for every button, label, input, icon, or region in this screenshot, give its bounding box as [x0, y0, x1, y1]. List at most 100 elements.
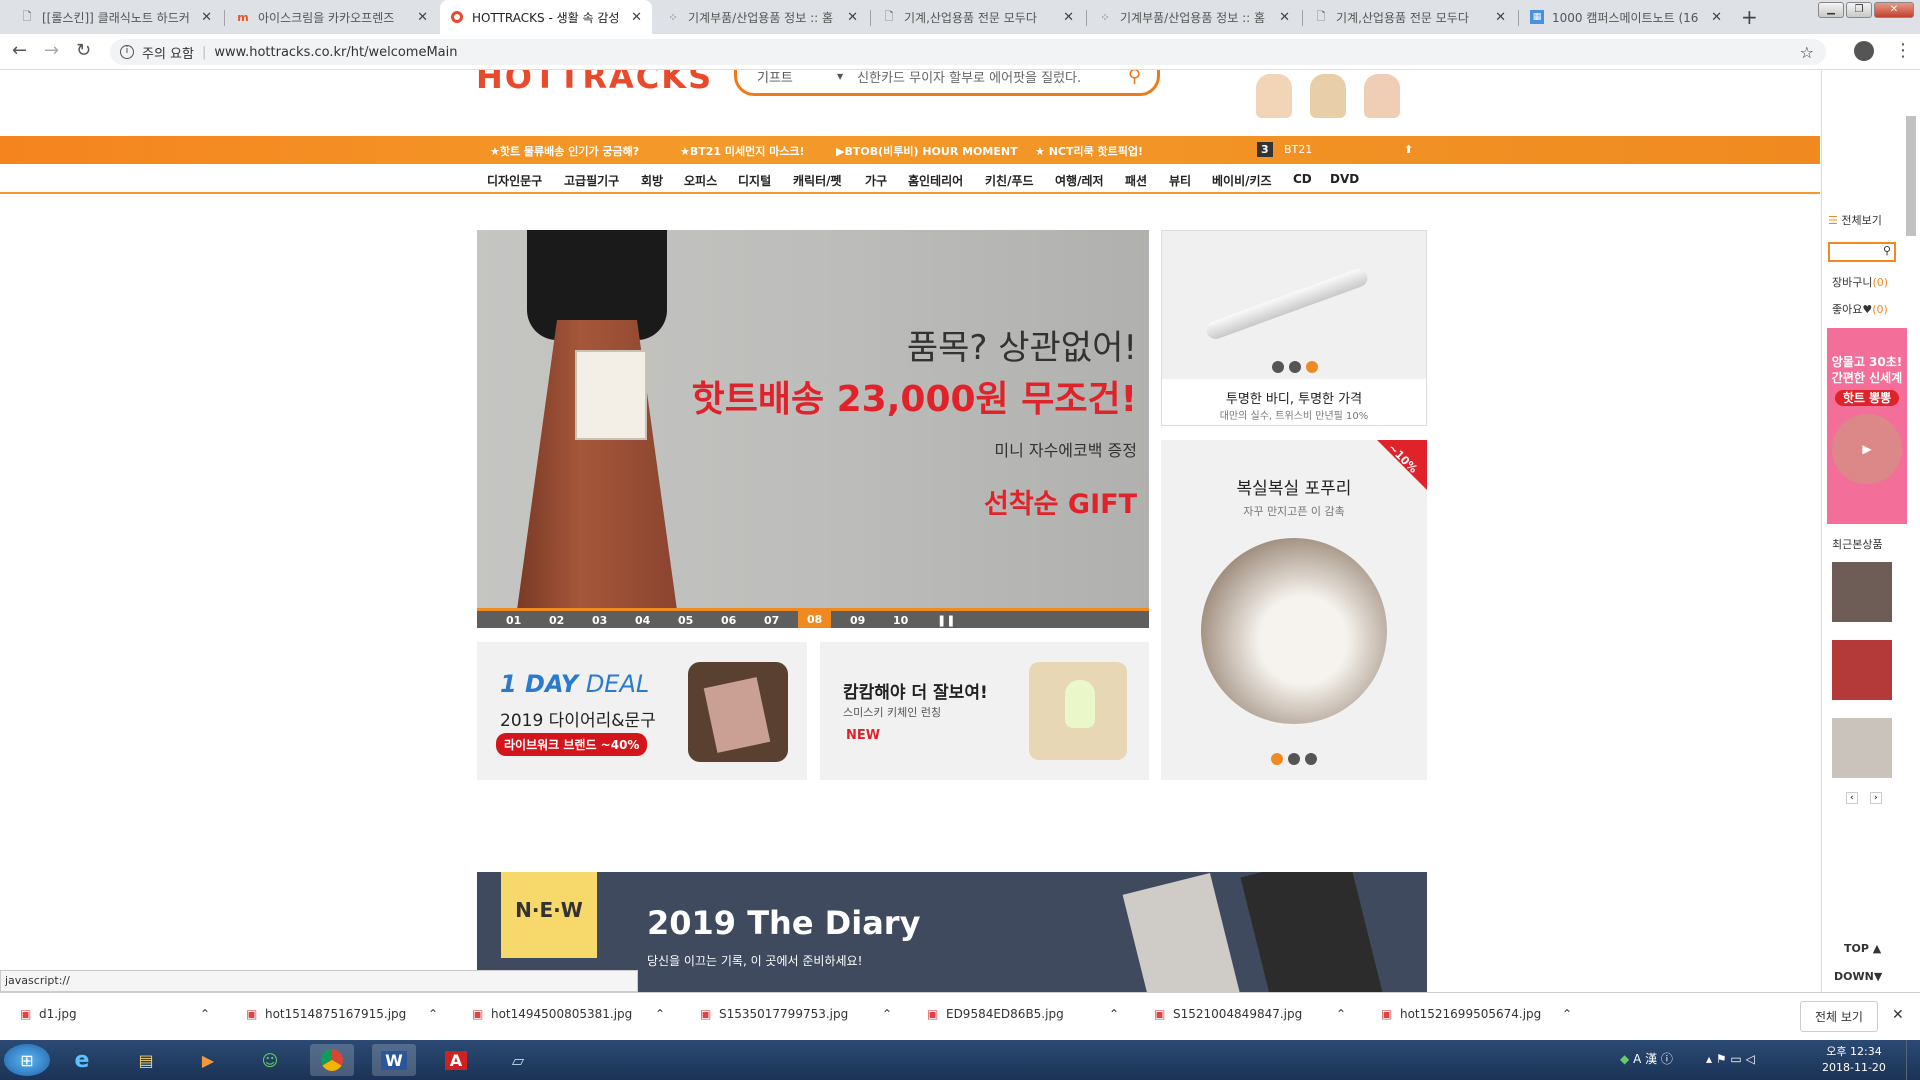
close-icon[interactable]: ✕: [1063, 10, 1074, 25]
category-item[interactable]: 여행/레저: [1055, 172, 1104, 189]
reload-icon[interactable]: ↻: [76, 40, 91, 61]
arrow-up-icon[interactable]: ⬆: [1404, 143, 1413, 156]
browser-tab[interactable]: ⁘ 기계부품/산업용품 정보 :: 홈 ✕: [1088, 0, 1300, 34]
play-icon[interactable]: ▶: [1832, 414, 1902, 484]
start-button[interactable]: ⊞: [4, 1044, 50, 1076]
pen-card[interactable]: 투명한 바디, 투명한 가격 대만의 실수, 트위스비 만년필 10%: [1161, 230, 1427, 426]
show-desktop-button[interactable]: [1906, 1040, 1920, 1080]
chevron-up-icon[interactable]: ⌃: [655, 1007, 665, 1021]
browser-tab[interactable]: ▦ 1000 캠퍼스메이트노트 (16 ✕: [1520, 0, 1732, 34]
slide-number-active[interactable]: 08: [798, 611, 832, 628]
scroll-top-button[interactable]: TOP ▲: [1844, 942, 1881, 955]
chevron-up-icon[interactable]: ⌃: [882, 1007, 892, 1021]
media-player-icon[interactable]: ▶: [186, 1044, 230, 1076]
acrobat-icon[interactable]: A: [434, 1044, 478, 1076]
recent-product-image[interactable]: [1832, 718, 1892, 778]
clock[interactable]: 오후 12:34 2018-11-20: [1822, 1044, 1886, 1076]
download-item[interactable]: ▣ ED9584ED86B5.jpg: [927, 1007, 1064, 1021]
category-item[interactable]: DVD: [1330, 172, 1359, 186]
category-item[interactable]: 키친/푸드: [985, 172, 1034, 189]
browser-tab[interactable]: ⁘ 기계부품/산업용품 정보 :: 홈 ✕: [656, 0, 868, 34]
like-link[interactable]: 좋아요♥(0): [1832, 301, 1888, 317]
close-window-button[interactable]: ✕: [1874, 2, 1914, 18]
potpourri-card[interactable]: 복실복실 포푸리 자꾸 만지고픈 이 감촉 ~10%: [1161, 440, 1427, 780]
download-item[interactable]: ▣ hot1521699505674.jpg: [1381, 1007, 1541, 1021]
search-icon[interactable]: ⚲: [1883, 244, 1891, 257]
menu-icon[interactable]: ⋮: [1894, 40, 1912, 61]
browser-tab[interactable]: 🗋 [[롤스킨]] 클래식노트 하드커 ✕: [10, 0, 222, 34]
next-arrow-icon[interactable]: ›: [1870, 792, 1882, 804]
slide-number[interactable]: 06: [721, 614, 736, 627]
cart-link[interactable]: 장바구니(0): [1832, 274, 1888, 290]
star-icon[interactable]: ☆: [1800, 43, 1814, 62]
chevron-up-icon[interactable]: ⌃: [1562, 1007, 1572, 1021]
close-icon[interactable]: ✕: [1279, 10, 1290, 25]
tray-icons[interactable]: ▴ ⚑ ▭ ◁: [1706, 1052, 1755, 1066]
character-figures-image[interactable]: [1254, 70, 1404, 118]
address-bar[interactable]: i 주의 요함 | www.hottracks.co.kr/ht/welcome…: [110, 39, 1826, 65]
keychain-card[interactable]: 캄캄해야 더 잘보여! 스미스키 키체인 런칭 NEW: [820, 642, 1149, 780]
slide-number[interactable]: 07: [764, 614, 779, 627]
recent-product-image[interactable]: [1832, 640, 1892, 700]
category-item[interactable]: 패션: [1125, 172, 1147, 189]
info-icon[interactable]: i: [120, 45, 134, 59]
chevron-up-icon[interactable]: ⌃: [428, 1007, 438, 1021]
hottracks-logo[interactable]: HOTTRACKS: [476, 70, 713, 94]
slide-number[interactable]: 05: [678, 614, 693, 627]
category-item[interactable]: 고급필기구: [564, 172, 619, 189]
category-item[interactable]: 디지털: [738, 172, 771, 189]
category-item[interactable]: 가구: [865, 172, 887, 189]
ime-indicator[interactable]: ◆ A 漢 ⓘ: [1620, 1050, 1673, 1067]
one-day-deal-card[interactable]: 1 DAY DEAL 2019 다이어리&문구 라이브워크 브랜드 ~40%: [477, 642, 807, 780]
slide-number[interactable]: 03: [592, 614, 607, 627]
browser-tab[interactable]: m 아이스크림을 카카오프렌즈 ✕: [226, 0, 438, 34]
hero-banner[interactable]: 품목? 상관없어! 핫트배송 23,000원 무조건! 미니 자수에코백 증정 …: [477, 230, 1149, 608]
download-item[interactable]: ▣ S1535017799753.jpg: [700, 1007, 848, 1021]
close-icon[interactable]: ✕: [1711, 10, 1722, 25]
close-icon[interactable]: ✕: [201, 10, 212, 25]
new-tab-button[interactable]: +: [1741, 5, 1758, 29]
maximize-button[interactable]: ❐: [1846, 2, 1872, 18]
chevron-up-icon[interactable]: ⌃: [1336, 1007, 1346, 1021]
category-item[interactable]: 홈인테리어: [908, 172, 963, 189]
slide-number[interactable]: 10: [893, 614, 908, 627]
download-item[interactable]: ▣ d1.jpg: [20, 1007, 77, 1021]
minimize-button[interactable]: ▁: [1818, 2, 1844, 18]
close-icon[interactable]: ✕: [847, 10, 858, 25]
slide-number[interactable]: 02: [549, 614, 564, 627]
ticker-item[interactable]: ★BT21 미세먼지 마스크!: [680, 143, 805, 159]
slide-number[interactable]: 09: [850, 614, 865, 627]
scroll-down-button[interactable]: DOWN▼: [1834, 970, 1882, 983]
download-item[interactable]: ▣ hot1494500805381.jpg: [472, 1007, 632, 1021]
explorer-icon[interactable]: ▤: [124, 1044, 168, 1076]
ticker-item[interactable]: ★ NCT리쿡 핫트픽업!: [1035, 143, 1143, 159]
download-item[interactable]: ▣ S1521004849847.jpg: [1154, 1007, 1302, 1021]
messenger-icon[interactable]: ☺: [248, 1044, 292, 1076]
word-icon[interactable]: W: [372, 1044, 416, 1076]
category-item[interactable]: 회방: [641, 172, 663, 189]
close-icon[interactable]: ✕: [417, 10, 428, 25]
sidebar-ad[interactable]: 앙몰고 30초! 간편한 신세계 핫트 뽕뽕 ▶: [1827, 328, 1907, 524]
search-icon[interactable]: ⚲: [1128, 70, 1141, 87]
chevron-up-icon[interactable]: ⌃: [1109, 1007, 1119, 1021]
search-input[interactable]: 신한카드 무이자 할부로 에어팟을 질렀다.: [857, 70, 1128, 86]
category-item[interactable]: 디자인문구: [487, 172, 542, 189]
close-icon[interactable]: ✕: [1892, 1007, 1904, 1023]
download-item[interactable]: ▣ hot1514875167915.jpg: [246, 1007, 406, 1021]
forward-icon[interactable]: →: [44, 40, 59, 61]
slide-number[interactable]: 01: [506, 614, 521, 627]
close-icon[interactable]: ✕: [1495, 10, 1506, 25]
profile-icon[interactable]: [1854, 41, 1874, 61]
close-icon[interactable]: ✕: [631, 10, 642, 25]
back-icon[interactable]: ←: [12, 40, 27, 61]
scrollbar-thumb[interactable]: [1906, 116, 1916, 236]
chrome-icon[interactable]: [310, 1044, 354, 1076]
browser-tab[interactable]: 🗋 기계,산업용품 전문 모두다 ✕: [872, 0, 1084, 34]
category-item[interactable]: 캐릭터/펫: [793, 172, 842, 189]
prev-arrow-icon[interactable]: ‹: [1846, 792, 1858, 804]
browser-tab[interactable]: 🗋 기계,산업용품 전문 모두다 ✕: [1304, 0, 1516, 34]
all-view-button[interactable]: ☰ 전체보기: [1828, 212, 1882, 228]
ticker-item[interactable]: ▶BTOB(비투비) HOUR MOMENT: [836, 143, 1018, 159]
sidebar-search-input[interactable]: ⚲: [1828, 242, 1896, 262]
url-text[interactable]: www.hottracks.co.kr/ht/welcomeMain: [214, 45, 457, 60]
